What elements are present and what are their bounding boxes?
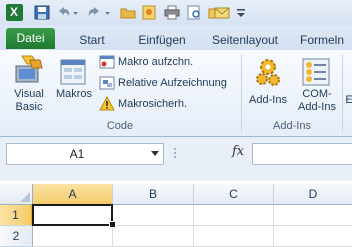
tab-start[interactable]: Start: [70, 30, 114, 50]
cell-b2[interactable]: [113, 226, 194, 247]
row-header-1[interactable]: 1: [0, 205, 33, 226]
chevron-down-icon[interactable]: [151, 148, 159, 161]
relative-record-icon: [99, 75, 115, 91]
formula-input[interactable]: [252, 143, 352, 165]
excel-logo-icon[interactable]: X: [6, 4, 23, 21]
fill-handle[interactable]: [109, 221, 116, 228]
ribbon-panel: Visual Basic Makros Makro aufzchn. Relat…: [0, 50, 352, 137]
next-group-partial-label[interactable]: E: [345, 94, 352, 106]
customize-qat-icon[interactable]: [236, 5, 246, 20]
select-all-corner[interactable]: [0, 184, 33, 205]
com-addins-button[interactable]: COM- Add-Ins: [294, 54, 340, 114]
column-header-b[interactable]: B: [113, 184, 194, 205]
active-cell-a1[interactable]: [32, 204, 113, 226]
visual-basic-icon: [8, 54, 50, 88]
insert-function-icon[interactable]: fx: [232, 144, 244, 159]
tab-insert[interactable]: Einfügen: [126, 30, 198, 50]
visual-basic-label-1: Visual: [14, 88, 44, 100]
undo-dropdown-icon[interactable]: [72, 5, 79, 20]
column-header-c[interactable]: C: [194, 184, 274, 205]
formula-bar: A1 fx: [0, 137, 352, 181]
name-box-value: A1: [69, 147, 85, 161]
addins-button[interactable]: Add-Ins: [245, 54, 291, 107]
quick-access-toolbar: X: [0, 0, 352, 26]
open-folder-icon[interactable]: [120, 5, 136, 20]
com-addins-icon: [294, 54, 340, 88]
relative-record-label: Relative Aufzeichnung: [118, 77, 227, 89]
macros-icon: [54, 54, 94, 88]
row-header-2[interactable]: 2: [0, 226, 33, 247]
cell-a2[interactable]: [33, 226, 113, 247]
cell-c2[interactable]: [194, 226, 274, 247]
redo-dropdown-icon[interactable]: [104, 5, 111, 20]
name-box[interactable]: A1: [6, 143, 164, 165]
code-group-label: Code: [106, 120, 134, 132]
visual-basic-label-2: Basic: [15, 101, 43, 113]
tab-page-layout[interactable]: Seitenlayout: [204, 30, 286, 50]
cell-b1[interactable]: [113, 205, 194, 226]
tab-formulas[interactable]: Formeln: [292, 30, 352, 50]
undo-icon[interactable]: [55, 5, 71, 20]
email-icon[interactable]: [214, 5, 230, 20]
macro-security-button[interactable]: Makrosicherh.: [99, 95, 239, 113]
relative-record-button[interactable]: Relative Aufzeichnung: [99, 74, 239, 92]
redo-icon[interactable]: [87, 5, 103, 20]
new-icon[interactable]: [141, 5, 157, 20]
com-addins-label-2: Add-Ins: [298, 101, 336, 113]
tab-file[interactable]: Datei: [6, 28, 55, 49]
warning-icon: [99, 95, 115, 112]
record-macro-icon: [99, 54, 115, 70]
gear-icon: [245, 54, 291, 94]
group-separator: [342, 54, 343, 132]
cell-c1[interactable]: [194, 205, 274, 226]
visual-basic-button[interactable]: Visual Basic: [8, 54, 50, 114]
macros-button[interactable]: Makros: [54, 54, 94, 101]
com-addins-label-1: COM-: [302, 88, 332, 100]
grip-icon[interactable]: [172, 147, 178, 162]
print-preview-icon[interactable]: [186, 5, 202, 20]
spreadsheet-grid: A B C D 1 2: [0, 181, 352, 247]
cell-d1[interactable]: [274, 205, 352, 226]
ribbon-tab-bar: Datei Start Einfügen Seitenlayout Formel…: [0, 25, 352, 51]
save-icon[interactable]: [34, 5, 50, 20]
column-header-d[interactable]: D: [274, 184, 352, 205]
cell-d2[interactable]: [274, 226, 352, 247]
print-icon[interactable]: [164, 5, 180, 20]
macros-label: Makros: [55, 88, 93, 100]
addins-label: Add-Ins: [249, 94, 287, 106]
record-macro-label: Makro aufzchn.: [118, 56, 194, 68]
column-header-a[interactable]: A: [33, 184, 113, 206]
record-macro-button[interactable]: Makro aufzchn.: [99, 53, 239, 71]
macro-security-label: Makrosicherh.: [118, 98, 188, 110]
addins-group-label: Add-Ins: [273, 120, 311, 132]
